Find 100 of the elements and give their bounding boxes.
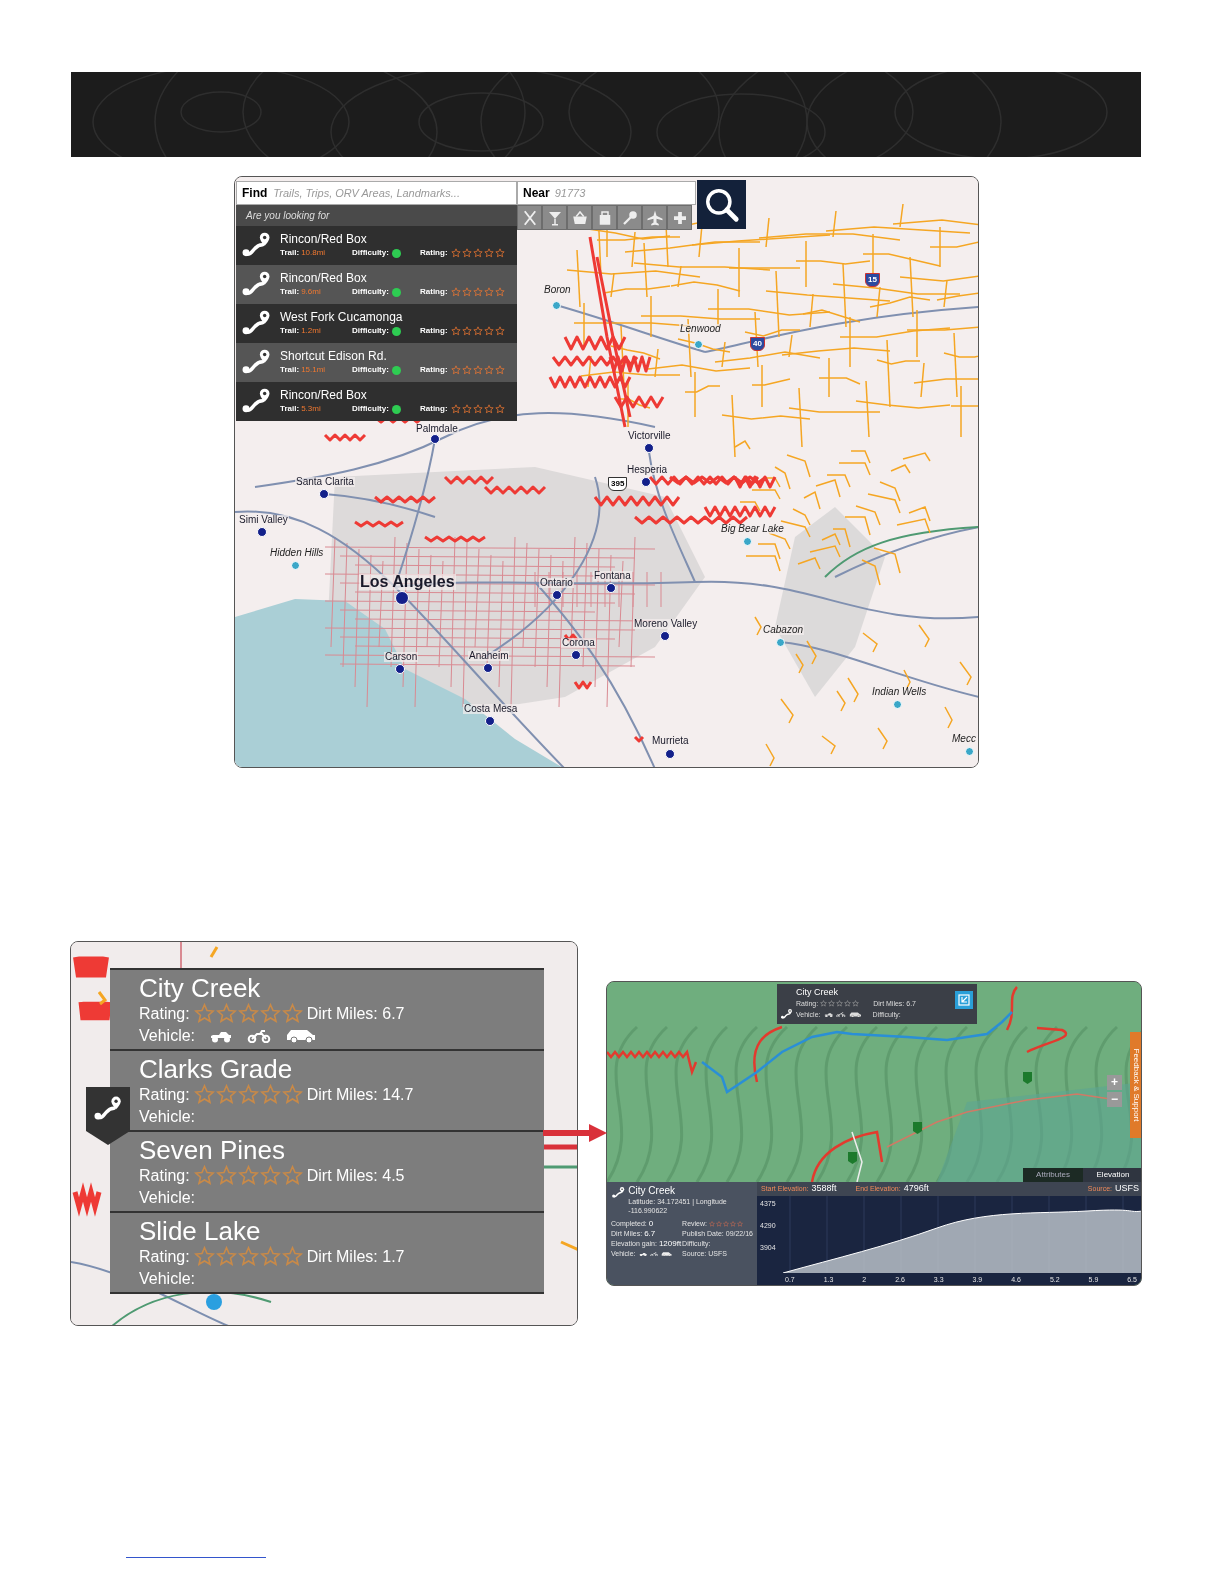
suv-icon — [661, 1251, 673, 1257]
star-icon — [494, 248, 505, 258]
star-icon — [472, 365, 483, 375]
category-button[interactable] — [642, 205, 667, 230]
dirt-miles: Dirt Miles: 14.7 — [306, 1084, 414, 1105]
place-marker — [775, 637, 785, 647]
near-label: Near — [523, 185, 550, 202]
place-label: Palmdale — [415, 424, 459, 434]
rating-label: Rating: — [420, 405, 448, 413]
near-input[interactable]: 91773 — [554, 184, 690, 202]
atv-icon — [638, 1251, 647, 1257]
trail-card[interactable]: Slide Lake Rating: Dirt Miles: 1.7 Vehicle: — [110, 1213, 544, 1292]
map-marker-icon[interactable] — [1022, 1072, 1033, 1084]
field-value: 0 — [648, 1219, 654, 1229]
start-elevation-value: 3588ft — [811, 1182, 837, 1196]
trail-label: Trail: — [280, 405, 300, 413]
dirt-miles: Dirt Miles: 4.5 — [306, 1165, 405, 1186]
place-marker — [571, 650, 581, 660]
star-icon — [450, 248, 461, 258]
rating-label: Rating: — [139, 1165, 190, 1186]
place-marker — [892, 699, 902, 709]
category-button[interactable] — [617, 205, 642, 230]
trail-card[interactable]: Seven Pines Rating: Dirt Miles: 4.5 Vehicle: — [110, 1132, 544, 1211]
star-icon — [494, 404, 505, 414]
place-label: Carson — [384, 652, 419, 662]
star-icon — [461, 365, 472, 375]
category-button[interactable] — [667, 205, 692, 230]
find-input[interactable]: Trails, Trips, ORV Areas, Landmarks... — [273, 184, 511, 202]
trail-card[interactable]: Clarks Grade Rating: Dirt Miles: 14.7 Vehicle: — [110, 1051, 544, 1130]
map-marker-icon[interactable] — [912, 1122, 923, 1134]
suggestion-item[interactable]: Rincon/Red Box Trail: 5.3mi Difficulty: Rating: — [236, 382, 517, 421]
trail-name: City Creek — [139, 972, 262, 1003]
trail-name: West Fork Cucamonga — [280, 311, 404, 323]
place-marker — [290, 560, 300, 570]
find-field[interactable]: Find Trails, Trips, ORV Areas, Landmarks... — [236, 181, 517, 205]
search-button[interactable] — [697, 180, 746, 229]
near-field[interactable]: Near 91773 — [517, 181, 696, 205]
place-label: Lenwood — [679, 324, 722, 334]
trail-name: Rincon/Red Box — [280, 272, 368, 284]
star-icon — [259, 1084, 281, 1105]
place-marker — [964, 746, 974, 756]
suggestion-item[interactable]: Rincon/Red Box Trail: 10.8mi Difficulty: Rating: — [236, 226, 517, 265]
panel-tab[interactable]: Elevation — [1083, 1168, 1141, 1182]
star-icon — [483, 326, 494, 336]
star-icon — [193, 1165, 215, 1186]
star-icon — [472, 287, 483, 297]
trail-length: 9.6mi — [301, 288, 321, 296]
trail-marker-icon[interactable] — [86, 1087, 130, 1145]
place-marker — [319, 489, 329, 499]
dirt-miles: Dirt Miles: 6.7 — [306, 1003, 405, 1024]
star-icon — [237, 1003, 259, 1024]
trail-name: Shortcut Edison Rd. — [280, 350, 388, 362]
suv-icon — [285, 1028, 318, 1043]
difficulty-label: Difficulty: — [352, 249, 389, 257]
place-label: Boron — [543, 285, 572, 295]
star-icon — [483, 365, 494, 375]
place-marker — [665, 749, 675, 759]
panel-tab[interactable]: Attributes — [1023, 1168, 1083, 1182]
atv-icon — [823, 1011, 834, 1018]
suggestion-item[interactable]: Shortcut Edison Rd. Trail: 15.1mi Difficulty: Rating: — [236, 343, 517, 382]
place-label: Murrieta — [651, 736, 690, 746]
star-icon — [259, 1165, 281, 1186]
trail-name: Clarks Grade — [139, 1053, 294, 1084]
difficulty-label: Difficulty: — [352, 366, 389, 374]
trail-label: Trail: — [280, 327, 300, 335]
place-marker — [660, 631, 670, 641]
place-label: Cabazon — [762, 625, 805, 635]
suggestion-item[interactable]: Rincon/Red Box Trail: 9.6mi Difficulty: Rating: — [236, 265, 517, 304]
trail-card[interactable]: City Creek Rating: Dirt Miles: 6.7 Vehicle: — [110, 970, 544, 1049]
star-icon — [237, 1165, 259, 1186]
star-icon — [461, 287, 472, 297]
motorcycle-icon — [836, 1011, 846, 1018]
trail-name: City Creek — [628, 1185, 677, 1197]
star-icon — [461, 248, 472, 258]
category-button[interactable] — [542, 205, 567, 230]
place-marker — [742, 536, 752, 546]
suggestion-item[interactable]: West Fork Cucamonga Trail: 1.2mi Difficulty: Rating: — [236, 304, 517, 343]
category-button[interactable] — [517, 205, 542, 230]
trail-length: 1.2mi — [301, 327, 321, 335]
category-button[interactable] — [567, 205, 592, 230]
navigate-button[interactable] — [955, 991, 973, 1009]
star-icon — [483, 404, 494, 414]
trail-length: 15.1mi — [301, 366, 326, 374]
star-icon — [281, 1246, 303, 1267]
place-label: Anaheim — [468, 651, 510, 661]
trail-name: Seven Pines — [139, 1134, 286, 1165]
field-value: 6.7 — [644, 1229, 656, 1239]
star-icon — [494, 287, 505, 297]
star-icon — [450, 404, 461, 414]
rating-label: Rating: — [420, 366, 448, 374]
highway-shield: 15 — [865, 273, 880, 287]
pointer-arrow — [543, 1124, 607, 1142]
place-label: Corona — [561, 638, 596, 648]
trail-label: Trail: — [280, 288, 300, 296]
category-button[interactable] — [592, 205, 617, 230]
place-marker — [483, 663, 493, 673]
trail-length: 10.8mi — [301, 249, 326, 257]
rating-label: Rating: — [420, 249, 448, 257]
map-marker-icon[interactable] — [847, 1152, 858, 1164]
rating-label: Rating: — [139, 1003, 190, 1024]
